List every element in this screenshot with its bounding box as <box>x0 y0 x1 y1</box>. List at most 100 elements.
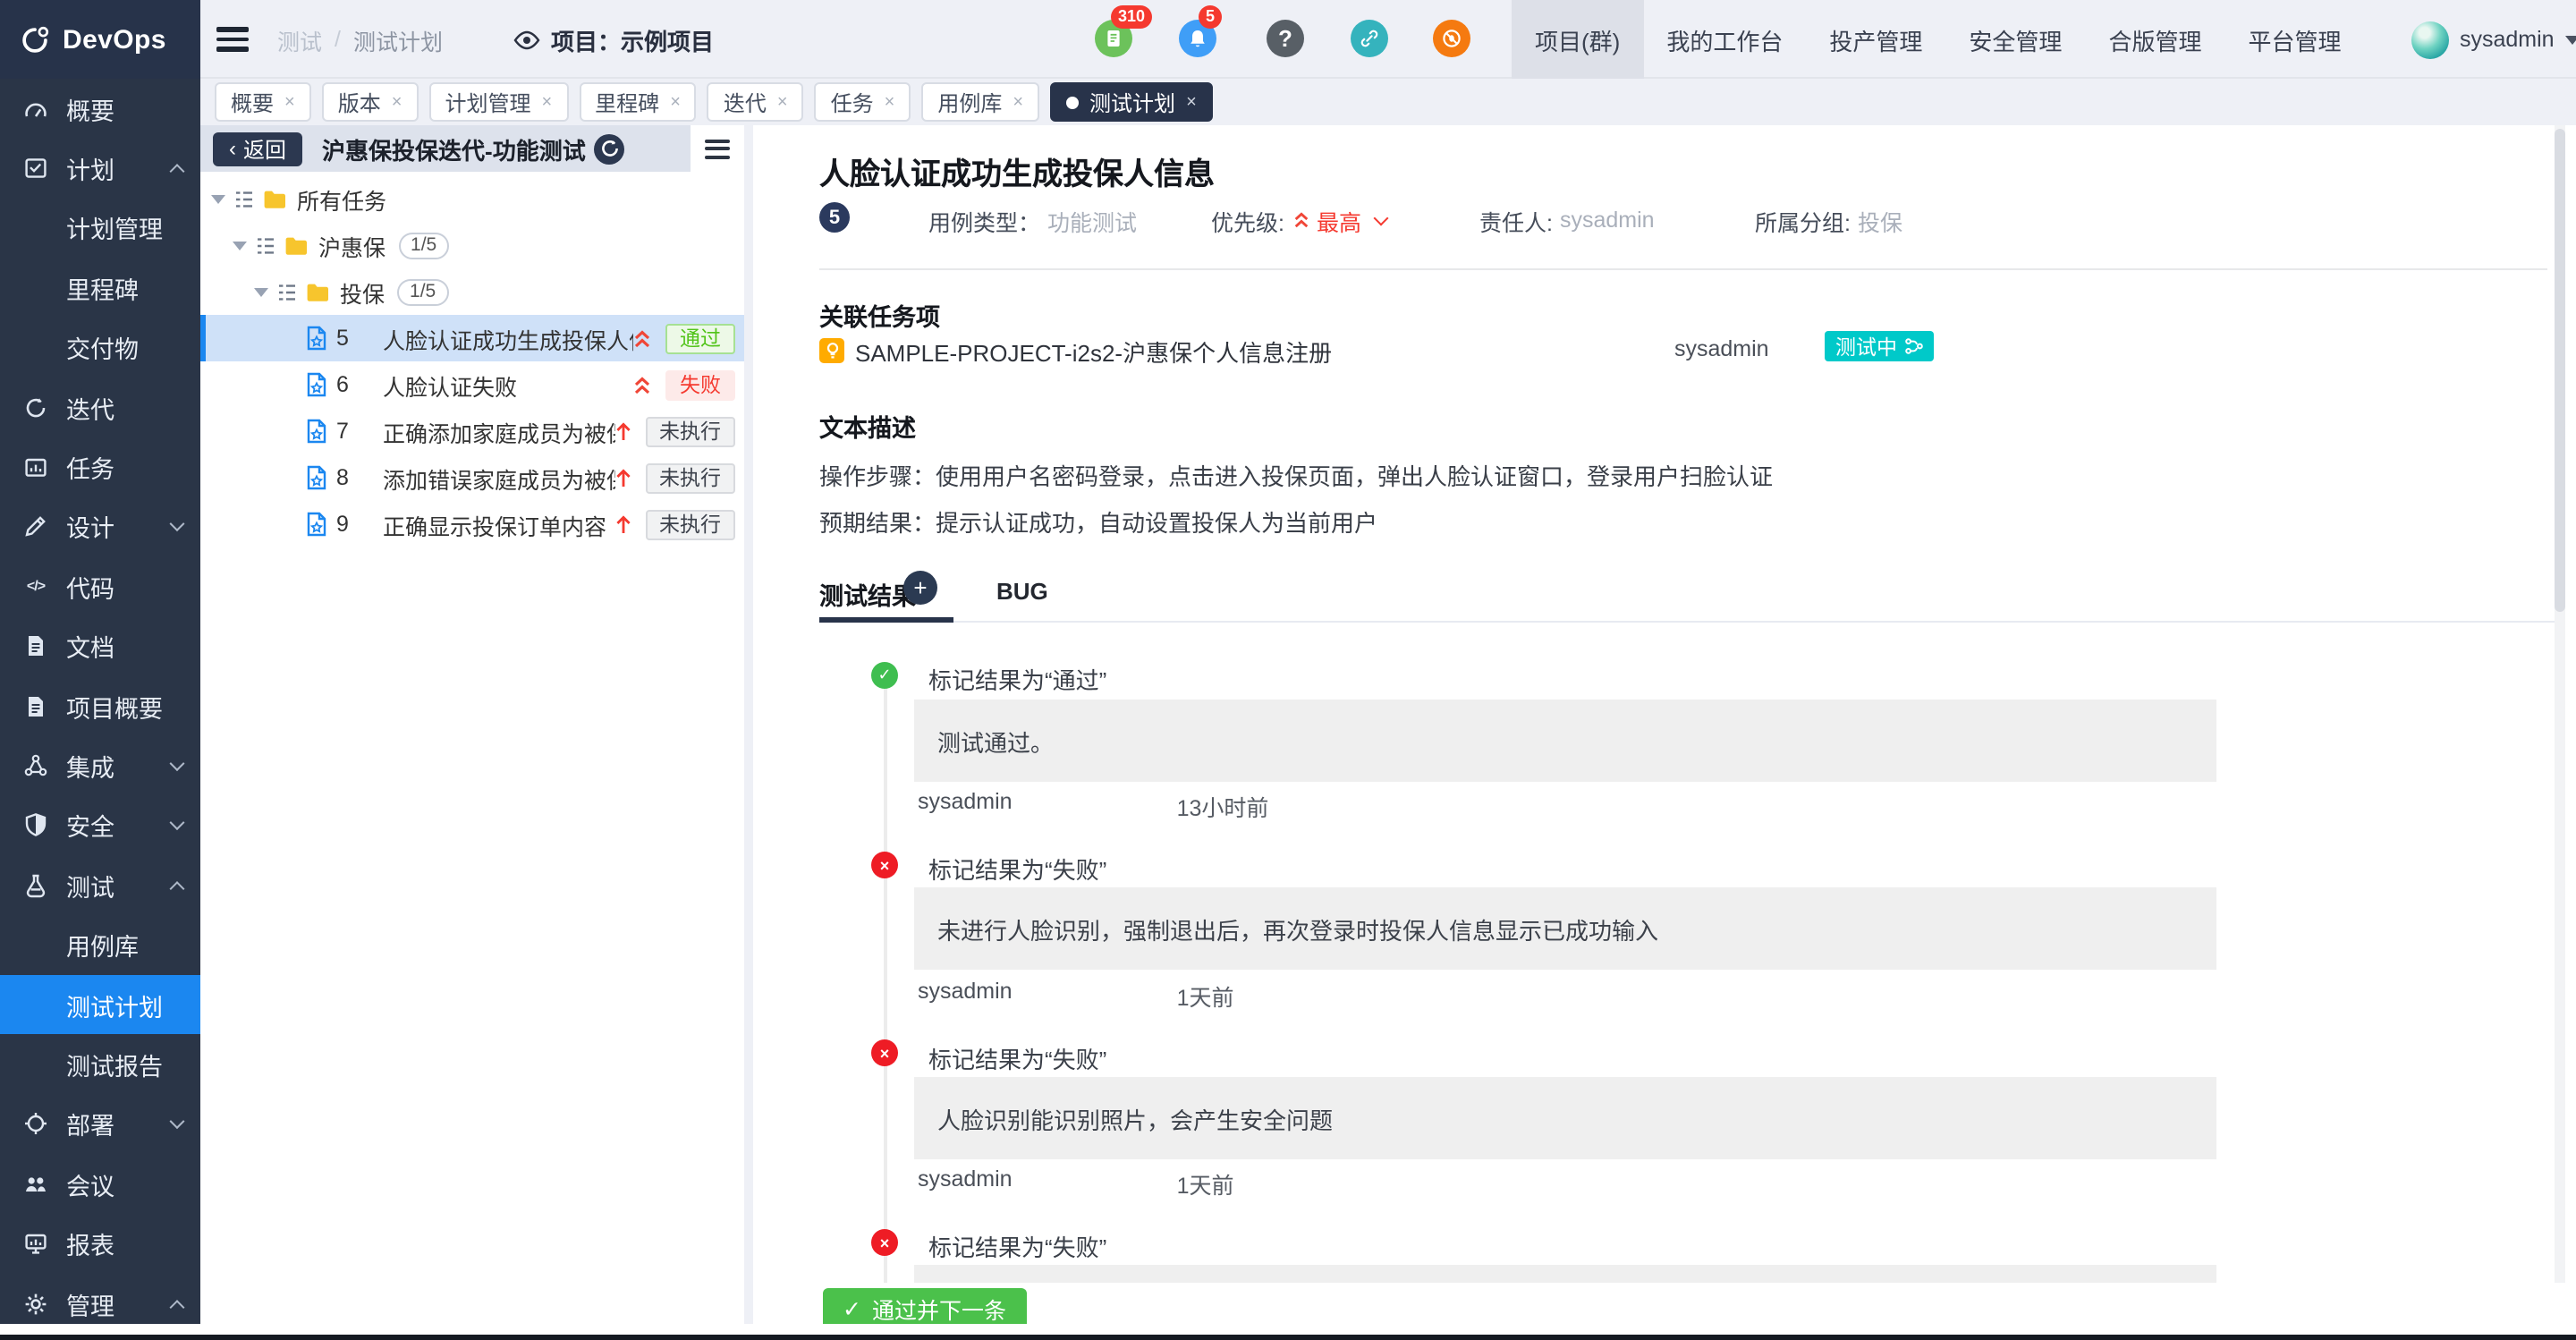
sidebar-item-test-plan[interactable]: 测试计划 <box>0 975 200 1035</box>
no-bug-icon[interactable] <box>1433 20 1470 57</box>
sidebar-item-overview[interactable]: 概要 <box>0 79 200 139</box>
sidebar-item-deliverable[interactable]: 交付物 <box>0 318 200 377</box>
sidebar-item-deploy[interactable]: 部署 <box>0 1094 200 1154</box>
case-title: 正确添加家庭成员为被保人 <box>383 414 614 448</box>
tab-case-library[interactable]: 用例库× <box>921 82 1039 122</box>
sidebar-item-code[interactable]: </> 代码 <box>0 556 200 616</box>
close-icon[interactable]: × <box>284 92 295 112</box>
tree-node-huhuibao[interactable]: 沪惠保 1/5 <box>200 222 744 268</box>
tab-bug[interactable]: BUG <box>996 578 1048 605</box>
sidebar-item-report[interactable]: 报表 <box>0 1214 200 1274</box>
menu-toggle-icon[interactable] <box>216 27 249 52</box>
priority-highest-icon <box>633 375 651 394</box>
refresh-button[interactable] <box>595 133 625 164</box>
active-tab-underline <box>819 617 953 623</box>
test-case-row[interactable]: 8 添加错误家庭成员为被保人 未执行 <box>200 454 744 501</box>
nav-item-security-mgmt[interactable]: 安全管理 <box>1945 0 2085 79</box>
close-icon[interactable]: × <box>1013 92 1023 112</box>
result-fail-icon: × <box>871 852 898 878</box>
sidebar-item-security[interactable]: 安全 <box>0 795 200 855</box>
close-icon[interactable]: × <box>1186 92 1197 112</box>
tab-overview[interactable]: 概要× <box>215 82 311 122</box>
test-case-row[interactable]: 7 正确添加家庭成员为被保人 未执行 <box>200 408 744 454</box>
top-nav: 项目(群) 我的工作台 投产管理 安全管理 合版管理 平台管理 <box>1512 0 2365 79</box>
tab-iteration[interactable]: 迭代× <box>708 82 804 122</box>
sidebar-item-document[interactable]: 文档 <box>0 616 200 676</box>
nav-item-projects[interactable]: 项目(群) <box>1512 0 1643 79</box>
sidebar-item-milestone[interactable]: 里程碑 <box>0 258 200 318</box>
caret-down-icon[interactable] <box>233 241 247 250</box>
meta-case-type: 用例类型：功能测试 <box>928 206 1137 234</box>
close-icon[interactable]: × <box>670 92 681 112</box>
nav-item-platform-mgmt[interactable]: 平台管理 <box>2224 0 2364 79</box>
chevron-down-icon <box>170 756 185 771</box>
tab-plan-management[interactable]: 计划管理× <box>428 82 568 122</box>
related-task-link[interactable]: SAMPLE-PROJECT-i2s2-沪惠保个人信息注册 <box>819 336 1332 365</box>
meta-group: 所属分组:投保 <box>1755 206 1902 234</box>
breadcrumb-parent[interactable]: 测试 <box>277 22 322 56</box>
caret-down-icon[interactable] <box>254 287 268 296</box>
sidebar-item-test[interactable]: 测试 <box>0 855 200 915</box>
nav-item-my-workbench[interactable]: 我的工作台 <box>1643 0 1806 79</box>
tab-milestone[interactable]: 里程碑× <box>579 82 697 122</box>
test-case-row[interactable]: 5 人脸认证成功生成投保人信... 通过 <box>200 315 744 361</box>
nav-item-release-mgmt[interactable]: 合版管理 <box>2085 0 2224 79</box>
sidebar-item-integration[interactable]: 集成 <box>0 736 200 796</box>
tab-version[interactable]: 版本× <box>322 82 419 122</box>
related-task-status-badge[interactable]: 测试中 <box>1825 331 1933 361</box>
task-bulb-icon <box>819 338 844 363</box>
text-description-heading: 文本描述 <box>819 408 916 444</box>
expected-result-text: 预期结果：提示认证成功，自动设置投保人为当前用户 <box>819 505 1377 539</box>
close-icon[interactable]: × <box>541 92 552 112</box>
scrollbar-thumb[interactable] <box>2555 129 2565 612</box>
sidebar-item-case-library[interactable]: 用例库 <box>0 915 200 975</box>
tab-test-results[interactable]: 测试结果 <box>819 576 916 612</box>
close-icon[interactable]: × <box>777 92 788 112</box>
timeline-entry-meta: sysadmin 1天前 <box>918 979 1234 1013</box>
tab-task[interactable]: 任务× <box>815 82 911 122</box>
sidebar-item-meeting[interactable]: 会议 <box>0 1154 200 1214</box>
code-icon: </> <box>23 574 48 599</box>
timeline-time: 1天前 <box>1177 979 1234 1013</box>
topbar: DevOps 测试 / 测试计划 项目：示例项目 310 5 ? <box>0 0 2576 79</box>
tree-node-all-tasks[interactable]: 所有任务 <box>200 175 744 222</box>
sidebar-item-project-overview[interactable]: 项目概要 <box>0 676 200 736</box>
sidebar-item-plan-management[interactable]: 计划管理 <box>0 199 200 259</box>
timeline-entry-note: 测试通过。 <box>914 700 2216 782</box>
breadcrumb: 测试 / 测试计划 <box>277 0 443 79</box>
chevron-up-icon <box>170 1299 185 1314</box>
caret-down-icon[interactable] <box>211 194 225 203</box>
test-case-row[interactable]: 6 人脸认证失败 失败 <box>200 361 744 408</box>
app-logo: DevOps <box>0 0 200 79</box>
add-result-button[interactable]: + <box>903 571 937 605</box>
dashboard-icon <box>23 96 48 121</box>
test-case-row[interactable]: 9 正确显示投保订单内容 未执行 <box>200 501 744 547</box>
sidebar-item-task[interactable]: 任务 <box>0 437 200 497</box>
meta-priority[interactable]: 优先级: 最高 <box>1211 206 1386 234</box>
test-case-icon <box>306 372 327 397</box>
nav-item-production-mgmt[interactable]: 投产管理 <box>1806 0 1945 79</box>
close-icon[interactable]: × <box>885 92 895 112</box>
tree-layout-toggle[interactable] <box>691 125 744 172</box>
sidebar-item-test-report[interactable]: 测试报告 <box>0 1035 200 1095</box>
status-badge: 失败 <box>665 369 735 400</box>
tab-test-plan[interactable]: 测试计划× <box>1050 82 1213 122</box>
case-title: 正确显示投保订单内容 <box>383 507 614 541</box>
back-button[interactable]: ‹ 返回 <box>213 131 302 165</box>
sidebar-item-iteration[interactable]: 迭代 <box>0 377 200 437</box>
breadcrumb-current: 测试计划 <box>353 22 443 56</box>
project-switcher[interactable]: 项目：示例项目 <box>513 0 714 79</box>
sidebar-item-design[interactable]: 设计 <box>0 496 200 556</box>
priority-highest-icon <box>1293 211 1309 229</box>
sidebar-item-plan[interactable]: 计划 <box>0 139 200 199</box>
project-label: 项目：示例项目 <box>551 22 714 56</box>
help-icon[interactable]: ? <box>1267 20 1304 57</box>
close-icon[interactable]: × <box>392 92 402 112</box>
sidebar-item-admin[interactable]: 管理 <box>0 1274 200 1324</box>
integration-icon <box>23 753 48 778</box>
test-case-icon <box>306 326 327 351</box>
chevron-down-icon[interactable] <box>1374 210 1389 225</box>
tree-node-toubao[interactable]: 投保 1/5 <box>200 268 744 315</box>
user-menu[interactable]: sysadmin <box>2411 0 2576 79</box>
link-icon[interactable] <box>1351 20 1388 57</box>
